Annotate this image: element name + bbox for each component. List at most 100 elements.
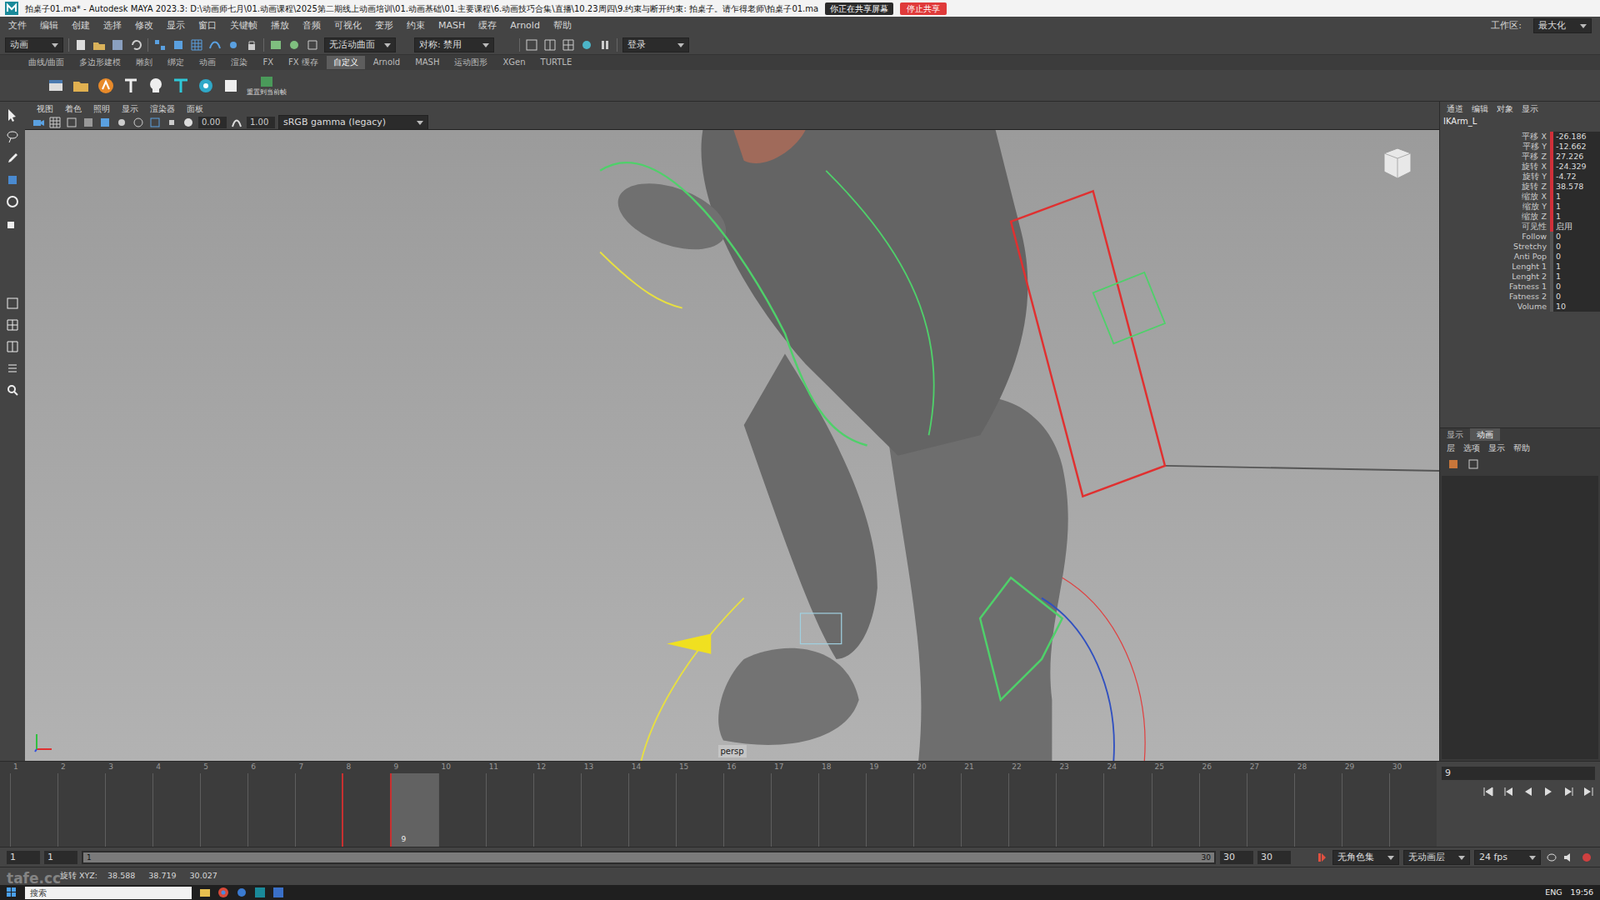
channel-box-menu-item[interactable]: 通道 bbox=[1446, 102, 1464, 115]
shelf-tab[interactable]: 动画 bbox=[192, 55, 223, 70]
frame-tick[interactable]: 28 bbox=[1294, 773, 1342, 847]
shelf-tab[interactable]: TURTLE bbox=[534, 55, 580, 70]
menu-item[interactable]: 选择 bbox=[103, 19, 122, 34]
viewport[interactable]: persp bbox=[25, 130, 1440, 761]
step-back-icon[interactable] bbox=[1521, 785, 1535, 799]
folder-icon[interactable] bbox=[71, 76, 90, 95]
four-panel-icon[interactable] bbox=[561, 38, 575, 52]
current-frame-field[interactable]: 9 bbox=[1441, 766, 1595, 780]
browser-icon[interactable] bbox=[273, 887, 284, 898]
constraint-icon[interactable] bbox=[171, 76, 190, 95]
channel-row[interactable]: Follow0 bbox=[1440, 231, 1600, 242]
end-field[interactable]: 30 bbox=[1257, 850, 1291, 865]
channel-value[interactable]: 1 bbox=[1553, 191, 1600, 202]
menu-item[interactable]: 窗口 bbox=[198, 19, 217, 34]
shelf-tab[interactable]: 曲线/曲面 bbox=[21, 55, 71, 70]
viewport-menu-item[interactable]: 着色 bbox=[65, 102, 82, 115]
frame-tick[interactable]: 15 bbox=[675, 773, 724, 847]
lock-icon[interactable] bbox=[245, 38, 259, 52]
channel-name[interactable]: 缩放 Y bbox=[1440, 201, 1550, 212]
step-forward-icon[interactable] bbox=[1561, 785, 1575, 799]
pin-icon[interactable] bbox=[121, 76, 140, 95]
move-icon[interactable] bbox=[5, 173, 20, 187]
reference-icon[interactable] bbox=[46, 76, 65, 95]
frame-tick[interactable]: 18 bbox=[818, 773, 866, 847]
fps-dropdown[interactable]: 24 fps bbox=[1474, 850, 1541, 865]
cube-icon[interactable] bbox=[221, 76, 240, 95]
undo-icon[interactable] bbox=[129, 38, 143, 52]
channel-name[interactable]: Lenght 1 bbox=[1440, 261, 1550, 272]
inner-end-field[interactable]: 30 bbox=[1220, 850, 1254, 865]
shaded-icon[interactable] bbox=[81, 115, 95, 130]
channel-box-menu-item[interactable]: 显示 bbox=[1521, 102, 1539, 115]
anim-layer-dropdown[interactable]: 无动画层 bbox=[1403, 850, 1470, 865]
wireframe-icon[interactable] bbox=[65, 115, 79, 130]
menu-item[interactable]: 音频 bbox=[302, 19, 321, 34]
layer-menu-item[interactable]: 显示 bbox=[1488, 441, 1505, 455]
shadow-icon[interactable] bbox=[131, 115, 145, 130]
frame-tick[interactable]: 21 bbox=[960, 773, 1009, 847]
frame-tick[interactable]: 10 bbox=[438, 773, 486, 847]
shelf-tab[interactable]: FX 缓存 bbox=[281, 55, 325, 70]
channel-value[interactable]: 1 bbox=[1553, 271, 1600, 282]
frame-tick[interactable]: 25 bbox=[1151, 773, 1200, 847]
login-dropdown[interactable]: 登录 bbox=[622, 37, 690, 53]
windows-icon[interactable] bbox=[6, 887, 17, 898]
anim-tool-icon[interactable] bbox=[96, 76, 115, 95]
range-bar[interactable]: 1 30 bbox=[81, 850, 1216, 865]
frame-tick[interactable]: 2 bbox=[57, 773, 105, 847]
channel-value[interactable]: 0 bbox=[1553, 231, 1600, 242]
gamma-icon[interactable] bbox=[230, 115, 244, 130]
viewport-menu-item[interactable]: 照明 bbox=[93, 102, 110, 115]
frame-tick[interactable]: 29 bbox=[1341, 773, 1390, 847]
frame-tick[interactable]: 99 bbox=[390, 773, 439, 847]
menu-item[interactable]: 文件 bbox=[8, 19, 27, 34]
menu-item[interactable]: 可视化 bbox=[334, 19, 362, 34]
channel-name[interactable]: Lenght 2 bbox=[1440, 271, 1550, 282]
channel-row[interactable]: 可见性启用 bbox=[1440, 221, 1600, 232]
frame-tick[interactable]: 8 bbox=[342, 773, 390, 847]
menu-set-dropdown[interactable]: 动画 bbox=[5, 37, 64, 53]
four-view-icon[interactable] bbox=[5, 318, 20, 332]
step-back-key-icon[interactable] bbox=[1501, 785, 1515, 799]
frame-tick[interactable]: 1 bbox=[10, 773, 58, 847]
menu-item[interactable]: 播放 bbox=[270, 19, 290, 34]
menu-item[interactable]: 修改 bbox=[135, 19, 154, 34]
select-hierarchy-icon[interactable] bbox=[153, 38, 167, 52]
menu-item[interactable]: 创建 bbox=[71, 19, 90, 34]
layer-add-icon[interactable] bbox=[1466, 457, 1480, 471]
target-icon[interactable] bbox=[196, 76, 215, 95]
workspace-dropdown[interactable]: 最大化 bbox=[1533, 18, 1592, 34]
view-cube[interactable] bbox=[1380, 145, 1415, 184]
isolate-icon[interactable] bbox=[165, 115, 179, 130]
channel-row[interactable]: 旋转 Z38.578 bbox=[1440, 181, 1600, 192]
exposure-field[interactable]: 0.00 bbox=[198, 116, 227, 129]
channel-row[interactable]: Lenght 21 bbox=[1440, 271, 1600, 282]
search-icon[interactable] bbox=[5, 383, 20, 397]
channel-value[interactable]: 1 bbox=[1553, 211, 1600, 222]
play-icon[interactable] bbox=[1541, 785, 1555, 799]
menu-item[interactable]: 显示 bbox=[166, 19, 185, 34]
channel-name[interactable]: 平移 X bbox=[1440, 131, 1550, 142]
snap-curve-icon[interactable] bbox=[208, 38, 222, 52]
channel-value[interactable]: 38.578 bbox=[1553, 181, 1600, 192]
channel-name[interactable]: 旋转 Y bbox=[1440, 171, 1550, 182]
sound-icon[interactable] bbox=[1562, 850, 1576, 865]
channel-name[interactable]: 缩放 Z bbox=[1440, 211, 1550, 222]
go-start-icon[interactable] bbox=[1481, 785, 1495, 799]
menu-item[interactable]: 变形 bbox=[375, 19, 394, 34]
lasso-icon[interactable] bbox=[5, 130, 20, 144]
two-panel-icon[interactable] bbox=[543, 38, 557, 52]
shelf-tab[interactable]: Arnold bbox=[366, 55, 407, 70]
frame-tick[interactable]: 11 bbox=[485, 773, 534, 847]
channel-value[interactable]: 1 bbox=[1553, 261, 1600, 272]
save-icon[interactable] bbox=[110, 38, 125, 52]
app-icon[interactable] bbox=[236, 887, 247, 898]
frame-tick[interactable]: 16 bbox=[723, 773, 771, 847]
outliner-icon[interactable] bbox=[5, 361, 20, 375]
grid-icon[interactable] bbox=[48, 115, 62, 130]
channel-row[interactable]: Anti Pop0 bbox=[1440, 251, 1600, 262]
symmetry-dropdown[interactable]: 对称: 禁用 bbox=[414, 37, 495, 53]
menu-item[interactable]: 约束 bbox=[406, 19, 425, 34]
side-view-icon[interactable] bbox=[5, 340, 20, 354]
